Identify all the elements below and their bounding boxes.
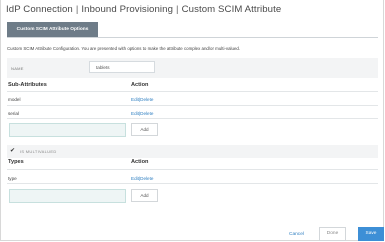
done-button[interactable]: Done xyxy=(319,227,346,241)
breadcrumb-separator: | xyxy=(176,4,179,15)
sub-attribute-name: serial xyxy=(8,111,19,116)
add-type-button[interactable]: Add xyxy=(131,189,158,202)
sub-attribute-new-input[interactable] xyxy=(9,123,126,137)
type-name: type xyxy=(8,176,17,181)
sub-attribute-actions: Edit|Delete xyxy=(131,111,153,116)
delete-link[interactable]: Delete xyxy=(140,111,153,116)
delete-link[interactable]: Delete xyxy=(140,176,153,181)
divider xyxy=(7,183,378,184)
sub-attributes-action-header: Action xyxy=(131,82,149,88)
cancel-link[interactable]: Cancel xyxy=(289,232,304,237)
tab-divider xyxy=(7,37,378,38)
divider xyxy=(7,91,378,92)
divider xyxy=(7,105,378,106)
sub-attribute-name: model xyxy=(8,97,21,102)
name-input[interactable] xyxy=(89,61,155,73)
breadcrumb-item-idp-connection[interactable]: IdP Connection xyxy=(6,4,73,15)
delete-link[interactable]: Delete xyxy=(140,97,153,102)
edit-link[interactable]: Edit xyxy=(131,97,139,102)
save-button[interactable]: Save xyxy=(358,227,384,241)
type-actions: Edit|Delete xyxy=(131,176,153,181)
name-label: NAME xyxy=(11,66,24,71)
types-header: Types xyxy=(8,159,24,165)
type-new-input[interactable] xyxy=(9,189,126,203)
sub-attributes-header: Sub-Attributes xyxy=(8,82,47,88)
breadcrumb-item-current: Custom SCIM Attribute xyxy=(181,4,282,15)
breadcrumb-item-inbound-provisioning[interactable]: Inbound Provisioning xyxy=(81,4,173,15)
multivalued-label: IS MULTIVALUED xyxy=(20,149,57,154)
multivalued-checkbox[interactable]: ✔ xyxy=(10,147,15,154)
types-action-header: Action xyxy=(131,159,149,165)
multivalued-row: ✔ IS MULTIVALUED xyxy=(7,145,378,158)
add-sub-attribute-button[interactable]: Add xyxy=(131,123,158,136)
breadcrumb: IdP Connection | Inbound Provisioning | Cust… xyxy=(6,4,281,15)
name-row: NAME xyxy=(7,58,378,78)
tab-custom-scim-attribute-options[interactable]: Custom SCIM Attribute Options xyxy=(7,22,98,37)
divider xyxy=(7,169,378,170)
edit-link[interactable]: Edit xyxy=(131,176,139,181)
intro-text: Custom SCIM Attribute Configuration. You… xyxy=(7,46,241,51)
divider xyxy=(7,118,378,119)
sub-attribute-actions: Edit|Delete xyxy=(131,97,153,102)
edit-link[interactable]: Edit xyxy=(131,111,139,116)
